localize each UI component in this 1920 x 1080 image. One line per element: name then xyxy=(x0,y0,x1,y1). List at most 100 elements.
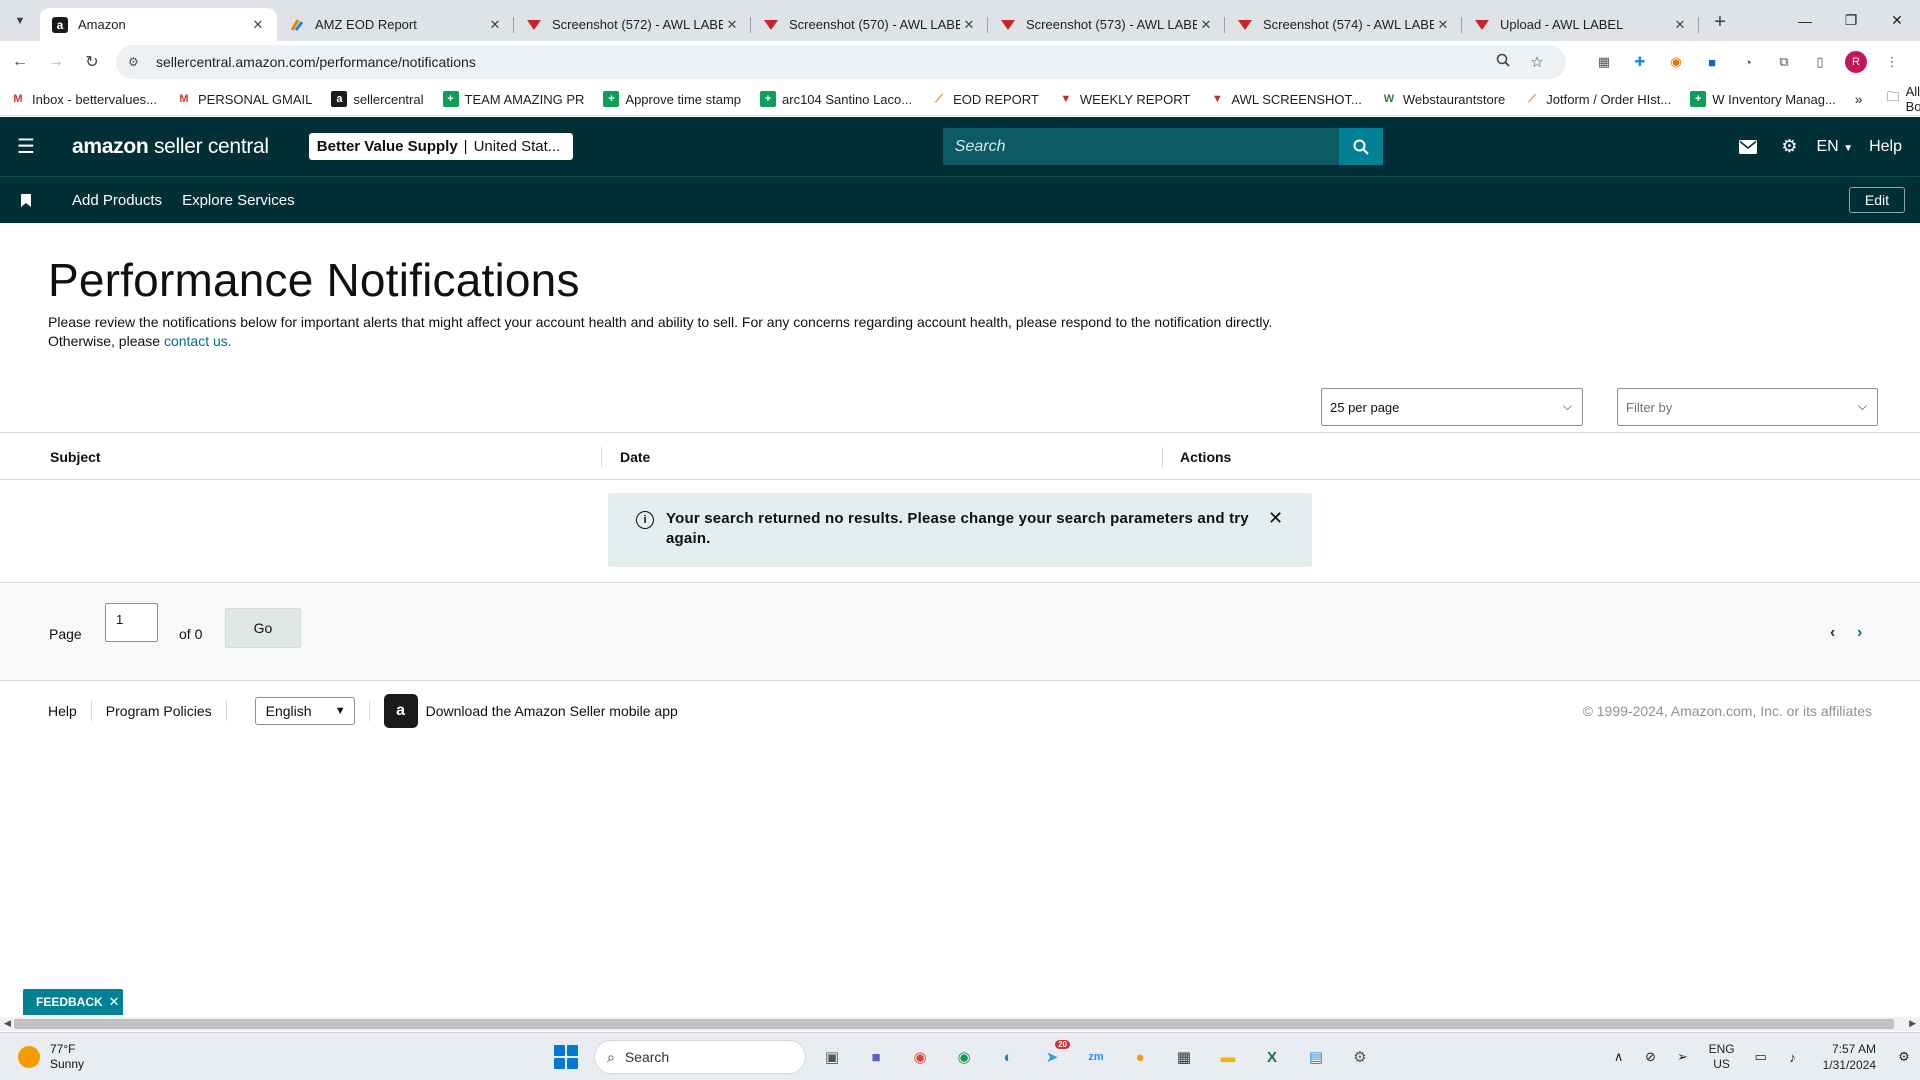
tab-search-button[interactable]: ▼ xyxy=(6,7,34,35)
download-app-link[interactable]: Download the Amazon Seller mobile app xyxy=(426,703,678,719)
bookmark-item[interactable]: ▼ WEEKLY REPORT xyxy=(1058,91,1190,107)
close-feedback-icon[interactable]: ✕ xyxy=(109,994,120,1010)
telegram-icon[interactable]: ➤ 20 xyxy=(1034,1039,1070,1075)
excel-icon[interactable]: X xyxy=(1254,1039,1290,1075)
footer-help-link[interactable]: Help xyxy=(48,703,77,719)
contact-us-link[interactable]: contact us. xyxy=(164,333,232,349)
close-window-icon[interactable]: ✕ xyxy=(1874,0,1920,41)
extension-off-icon[interactable]: ◔ xyxy=(1730,48,1766,76)
extension-chart-icon[interactable]: ▦ xyxy=(1586,48,1622,76)
horizontal-scrollbar[interactable]: ◀ ▶ xyxy=(0,1017,1920,1031)
bookmark-item[interactable]: W Webstaurantstore xyxy=(1381,91,1506,107)
browser-menu-icon[interactable]: ⋮ xyxy=(1874,48,1910,76)
footer-language-select[interactable]: English ▼ xyxy=(254,697,355,725)
bookmark-item[interactable]: M PERSONAL GMAIL xyxy=(176,91,312,107)
seller-app-icon[interactable]: a xyxy=(383,694,418,728)
next-page-icon[interactable]: › xyxy=(1857,624,1862,642)
search-input[interactable] xyxy=(942,128,1339,165)
program-policies-link[interactable]: Program Policies xyxy=(106,703,212,719)
tab-screenshot-570[interactable]: Screenshot (570) - AWL LABEL ✕ xyxy=(751,8,988,41)
mail-icon[interactable] xyxy=(1727,139,1769,154)
extension-puzzle-blue-icon[interactable]: ✚ xyxy=(1622,48,1658,76)
weather-widget[interactable]: 77°F Sunny xyxy=(18,1042,84,1072)
go-button[interactable]: Go xyxy=(225,608,301,648)
tab-close-icon[interactable]: ✕ xyxy=(486,17,504,33)
page-number-input[interactable]: 1 xyxy=(105,603,158,642)
store-switcher[interactable]: Better Value Supply | United Stat... xyxy=(308,133,573,160)
help-link[interactable]: Help xyxy=(1869,138,1902,156)
bookmark-item[interactable]: + TEAM AMAZING PR xyxy=(442,91,584,107)
profile-avatar[interactable]: R xyxy=(1845,51,1867,73)
filter-select[interactable]: Filter by ⌵ xyxy=(1617,388,1878,426)
bookmark-item[interactable]: ⟋ EOD REPORT xyxy=(931,91,1039,107)
volume-icon[interactable]: ♪ xyxy=(1777,1050,1809,1065)
tab-screenshot-574[interactable]: Screenshot (574) - AWL LABEL ✕ xyxy=(1225,8,1462,41)
minimize-icon[interactable]: — xyxy=(1782,0,1828,41)
tab-close-icon[interactable]: ✕ xyxy=(1434,17,1452,33)
bookmark-ribbon-icon[interactable] xyxy=(0,193,52,207)
chrome-icon[interactable]: ◉ xyxy=(902,1039,938,1075)
column-subject[interactable]: Subject xyxy=(50,449,101,465)
hamburger-menu-icon[interactable]: ☰ xyxy=(0,134,52,159)
new-tab-button[interactable]: + xyxy=(1705,7,1735,37)
extension-orange-icon[interactable]: ◉ xyxy=(1658,48,1694,76)
zoom-icon[interactable] xyxy=(1486,53,1520,71)
site-settings-icon[interactable]: ⚙ xyxy=(128,55,148,69)
reload-icon[interactable]: ↻ xyxy=(76,46,108,78)
search-button[interactable] xyxy=(1338,128,1383,165)
tab-close-icon[interactable]: ✕ xyxy=(1671,17,1689,33)
windows-start-icon[interactable] xyxy=(548,1039,584,1075)
tab-upload-awl-label[interactable]: Upload - AWL LABEL ✕ xyxy=(1462,8,1699,41)
tab-close-icon[interactable]: ✕ xyxy=(960,17,978,33)
tab-amz-eod-report[interactable]: AMZ EOD Report ✕ xyxy=(277,8,514,41)
tab-close-icon[interactable]: ✕ xyxy=(723,17,741,33)
settings-gear-icon[interactable]: ⚙ xyxy=(1769,136,1811,157)
per-page-select[interactable]: 25 per page ⌵ xyxy=(1321,388,1583,426)
meet-camera-icon[interactable]: ■ xyxy=(858,1039,894,1075)
network-icon[interactable]: ▭ xyxy=(1745,1049,1777,1065)
zoom-icon[interactable]: zm xyxy=(1078,1039,1114,1075)
forward-arrow-icon[interactable]: → xyxy=(40,46,72,78)
tab-screenshot-572[interactable]: Screenshot (572) - AWL LABEL ✕ xyxy=(514,8,751,41)
calculator-icon[interactable]: ▦ xyxy=(1166,1039,1202,1075)
language-selector[interactable]: EN ▼ xyxy=(1817,138,1854,156)
url-text[interactable]: sellercentral.amazon.com/performance/not… xyxy=(156,54,1486,70)
taskbar-search[interactable]: ⌕ Search xyxy=(594,1040,806,1074)
scroll-right-icon[interactable]: ▶ xyxy=(1909,1018,1916,1029)
bookmark-item[interactable]: + Approve time stamp xyxy=(603,91,741,107)
clock[interactable]: 7:57 AM 1/31/2024 xyxy=(1823,1041,1876,1073)
scroll-left-icon[interactable]: ◀ xyxy=(4,1018,11,1029)
bookmark-item[interactable]: a sellercentral xyxy=(331,91,424,107)
extension-keepa-icon[interactable]: ■ xyxy=(1694,48,1730,76)
app-orange-icon[interactable]: ● xyxy=(1122,1039,1158,1075)
notifications-icon[interactable]: ⚙ xyxy=(1888,1049,1920,1065)
tray-app-icon[interactable]: ⊘ xyxy=(1635,1049,1667,1065)
bookmark-item[interactable]: M Inbox - bettervalues... xyxy=(10,91,157,107)
bookmark-item[interactable]: + arc104 Santino Laco... xyxy=(760,91,912,107)
bookmark-item[interactable]: + W Inventory Manag... xyxy=(1690,91,1836,107)
bookmark-item[interactable]: ▼ AWL SCREENSHOT... xyxy=(1209,91,1362,107)
restore-icon[interactable]: ❐ xyxy=(1828,0,1874,41)
edge-icon[interactable]: ◐ xyxy=(990,1039,1026,1075)
more-bookmarks-icon[interactable]: » xyxy=(1855,91,1863,107)
all-bookmarks-button[interactable]: 🗀 All Bookmarks xyxy=(1887,84,1920,114)
tab-close-icon[interactable]: ✕ xyxy=(1197,17,1215,33)
seller-central-logo[interactable]: amazon seller central xyxy=(72,135,269,159)
back-arrow-icon[interactable]: ← xyxy=(4,46,36,78)
nav-add-products[interactable]: Add Products xyxy=(72,192,162,209)
feedback-button[interactable]: FEEDBACK ✕ xyxy=(23,989,123,1015)
dismiss-alert-icon[interactable]: ✕ xyxy=(1268,508,1283,567)
bookmark-star-icon[interactable]: ☆ xyxy=(1520,53,1554,71)
tab-screenshot-573[interactable]: Screenshot (573) - AWL LABEL ✕ xyxy=(988,8,1225,41)
task-view-icon[interactable]: ▣ xyxy=(814,1039,850,1075)
column-date[interactable]: Date xyxy=(620,449,650,465)
file-explorer-icon[interactable]: ▬ xyxy=(1210,1039,1246,1075)
chrome-profile-icon[interactable]: ◉ xyxy=(946,1039,982,1075)
previous-page-icon[interactable]: ‹ xyxy=(1830,624,1835,642)
address-bar[interactable]: ⚙ sellercentral.amazon.com/performance/n… xyxy=(116,45,1566,79)
input-language[interactable]: ENG US xyxy=(1709,1042,1735,1072)
bookmark-item[interactable]: ⟋ Jotform / Order HIst... xyxy=(1524,91,1671,107)
notepad-icon[interactable]: ▤ xyxy=(1298,1039,1334,1075)
tray-overflow-icon[interactable]: ∧ xyxy=(1603,1049,1635,1065)
side-panel-icon[interactable]: ▯ xyxy=(1802,48,1838,76)
